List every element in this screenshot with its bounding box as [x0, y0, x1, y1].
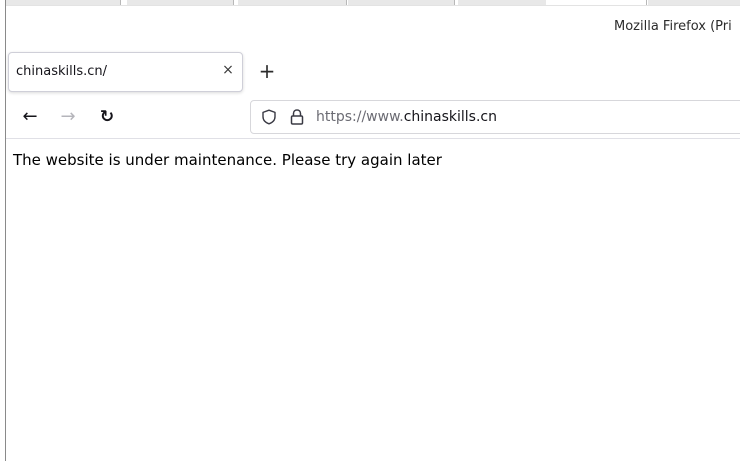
maintenance-message: The website is under maintenance. Please…	[13, 151, 442, 169]
navigation-toolbar: ← → ↻ https://www.chinaskills.cn	[6, 96, 740, 139]
page-content: The website is under maintenance. Please…	[6, 139, 740, 461]
lock-icon[interactable]	[289, 108, 305, 126]
url-prefix: https://www.	[316, 109, 404, 125]
forward-arrow-icon[interactable]: →	[56, 105, 80, 129]
tab-chinaskills[interactable]: chinaskills.cn/ ×	[8, 52, 243, 92]
screen: Mozilla Firefox (Pri chinaskills.cn/ × +…	[0, 0, 740, 461]
close-tab-icon[interactable]: ×	[219, 61, 237, 79]
tab-label: chinaskills.cn/	[16, 64, 108, 79]
tab-strip: chinaskills.cn/ × +	[6, 48, 740, 94]
shield-icon[interactable]	[261, 109, 277, 125]
new-tab-button[interactable]: +	[256, 60, 278, 82]
url-bar[interactable]: https://www.chinaskills.cn	[250, 100, 740, 134]
reload-icon[interactable]: ↻	[95, 105, 119, 129]
back-arrow-icon[interactable]: ←	[18, 105, 42, 129]
url-text[interactable]: https://www.chinaskills.cn	[316, 109, 497, 125]
url-domain: chinaskills.cn	[403, 109, 497, 125]
window-title: Mozilla Firefox (Pri	[614, 19, 732, 34]
title-bar[interactable]: Mozilla Firefox (Pri	[6, 6, 740, 48]
